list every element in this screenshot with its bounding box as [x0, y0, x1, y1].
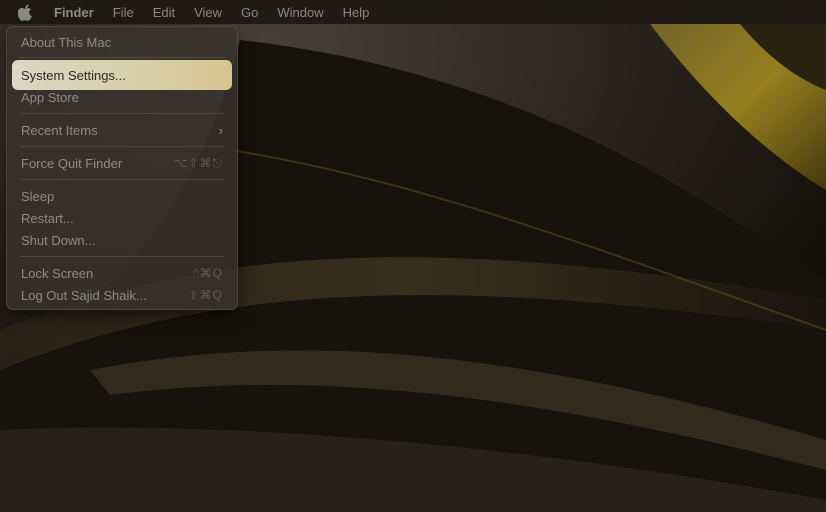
- menubar-help[interactable]: Help: [343, 5, 370, 20]
- menu-item-label: About This Mac: [21, 34, 112, 50]
- menu-bar: Finder File Edit View Go Window Help: [0, 0, 826, 24]
- chevron-right-icon: ›: [218, 122, 223, 138]
- menu-item-force-quit-finder[interactable]: Force Quit Finder ⌥⇧⌘⎋: [12, 153, 232, 173]
- menu-item-sleep[interactable]: Sleep: [12, 186, 232, 206]
- menu-item-label: System Settings...: [21, 67, 126, 83]
- menu-item-about-this-mac[interactable]: About This Mac: [12, 32, 232, 52]
- menu-item-shut-down[interactable]: Shut Down...: [12, 230, 232, 250]
- menu-item-label: App Store: [21, 89, 79, 105]
- menu-item-lock-screen[interactable]: Lock Screen ^⌘Q: [12, 263, 232, 283]
- menu-separator: [20, 179, 224, 180]
- menu-separator: [20, 256, 224, 257]
- menu-item-label: Sleep: [21, 188, 55, 204]
- keyboard-shortcut: ^⌘Q: [193, 266, 223, 280]
- menu-separator: [20, 57, 224, 58]
- menu-item-label: Force Quit Finder: [21, 155, 123, 171]
- menubar-file[interactable]: File: [113, 5, 134, 20]
- keyboard-shortcut: ⌥⇧⌘⎋: [173, 155, 223, 170]
- menu-separator: [20, 113, 224, 114]
- menubar-go[interactable]: Go: [241, 5, 258, 20]
- menubar-finder[interactable]: Finder: [54, 5, 94, 20]
- menu-item-label: Lock Screen: [21, 265, 94, 281]
- menu-item-app-store[interactable]: App Store: [12, 87, 232, 107]
- keyboard-shortcut: ⇧⌘Q: [188, 288, 223, 302]
- menu-item-restart[interactable]: Restart...: [12, 208, 232, 228]
- apple-logo-icon[interactable]: [18, 4, 35, 21]
- menu-item-label: Shut Down...: [21, 232, 96, 248]
- menubar-window[interactable]: Window: [277, 5, 323, 20]
- menu-separator: [20, 146, 224, 147]
- menu-item-label: Log Out Sajid Shaik...: [21, 287, 147, 303]
- menubar-edit[interactable]: Edit: [153, 5, 175, 20]
- menubar-view[interactable]: View: [194, 5, 222, 20]
- apple-menu-dropdown: About This Mac System Settings... App St…: [6, 26, 238, 310]
- menu-item-system-settings[interactable]: System Settings...: [12, 60, 232, 90]
- menu-item-log-out[interactable]: Log Out Sajid Shaik... ⇧⌘Q: [12, 285, 232, 305]
- menu-item-recent-items[interactable]: Recent Items ›: [12, 120, 232, 140]
- menu-item-label: Restart...: [21, 210, 74, 226]
- menu-item-label: Recent Items: [21, 122, 98, 138]
